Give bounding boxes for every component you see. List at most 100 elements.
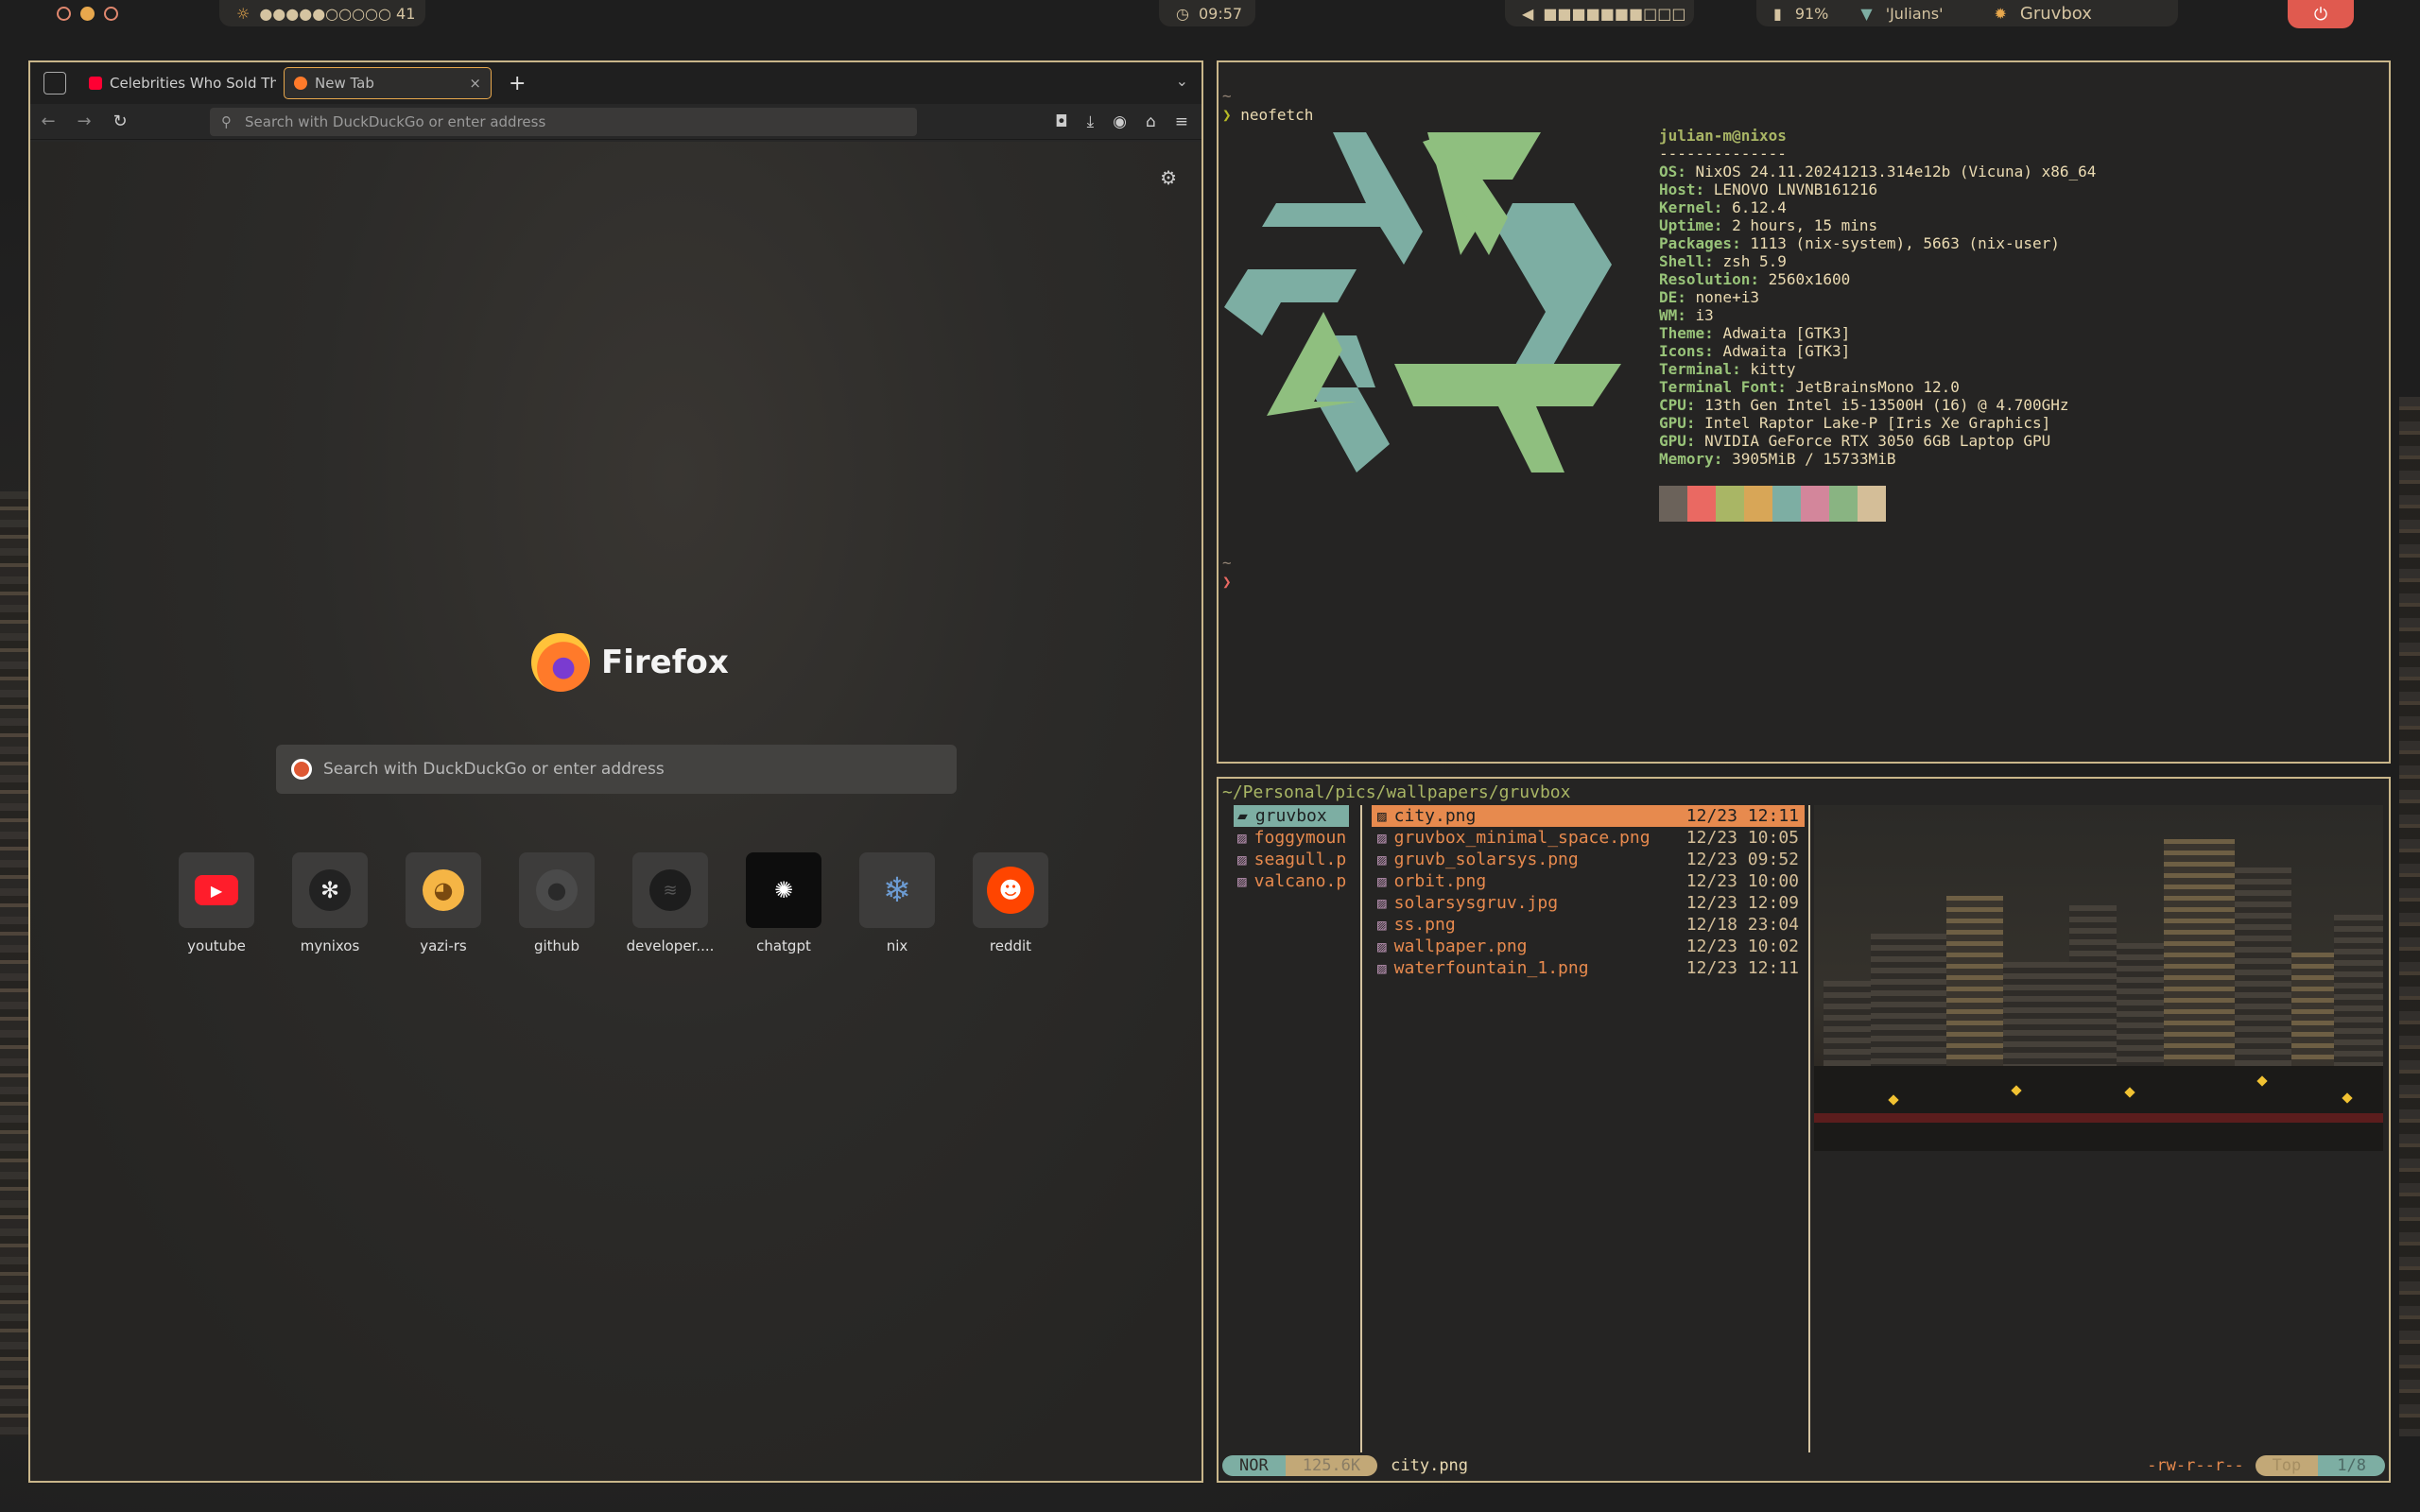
reload-icon[interactable]: ↻ xyxy=(112,112,129,131)
info-key: GPU xyxy=(1659,432,1686,450)
chatgpt-icon: ✺ xyxy=(773,877,794,903)
close-tab-icon[interactable]: × xyxy=(469,75,481,92)
brightness-widget[interactable]: ☼ ●●●●●○○○○○ 41 xyxy=(219,0,425,26)
file-row[interactable]: ▨ wallpaper.png 12/23 10:02 xyxy=(1372,936,1805,957)
list-item[interactable]: ▨ foggymoun xyxy=(1234,827,1349,849)
forward-arrow-icon[interactable]: → xyxy=(76,112,93,131)
info-value: JetBrainsMono 12.0 xyxy=(1795,378,1960,396)
info-value: Adwaita [GTK3] xyxy=(1722,342,1851,360)
image-file-icon: ▨ xyxy=(1377,937,1387,955)
file-row[interactable]: ▨ orbit.png 12/23 10:00 xyxy=(1372,870,1805,892)
brightness-level: ●●●●●○○○○○ 41 xyxy=(259,4,416,23)
menu-hamburger-icon[interactable]: ≡ xyxy=(1175,112,1188,131)
preview-foreground xyxy=(1814,1066,2383,1151)
image-file-icon: ▨ xyxy=(1377,959,1387,977)
new-tab-search-input[interactable]: Search with DuckDuckGo or enter address xyxy=(276,745,957,794)
workspace-2-dot[interactable] xyxy=(80,6,95,21)
info-value: 2560x1600 xyxy=(1768,270,1851,288)
file-row[interactable]: ▨ solarsysgruv.jpg 12/23 12:09 xyxy=(1372,892,1805,914)
shortcut-label: youtube xyxy=(187,937,246,954)
file-date: 12/23 10:02 xyxy=(1685,936,1799,956)
info-key: Uptime xyxy=(1659,216,1714,234)
chevron-down-icon[interactable]: ⌄ xyxy=(1176,72,1188,90)
shortcut-label: reddit xyxy=(989,937,1032,954)
file-date: 12/23 12:09 xyxy=(1685,893,1799,913)
nix-snowflake-icon: ❄ xyxy=(882,870,912,910)
info-key: OS xyxy=(1659,163,1678,180)
color-palette xyxy=(1659,486,1886,522)
workspace-3-dot[interactable] xyxy=(104,6,118,21)
image-file-icon: ▨ xyxy=(1237,850,1247,868)
firefox-window: Celebrities Who Sold The × New Tab × + ⌄… xyxy=(28,60,1203,1483)
tab-new-tab[interactable]: New Tab × xyxy=(284,67,492,99)
image-file-icon: ▨ xyxy=(1377,894,1387,912)
clock-icon: ◷ xyxy=(1176,4,1189,23)
file-list: ▨ city.png 12/23 12:11 ▨ gruvbox_minimal_sp… xyxy=(1372,805,1805,979)
file-date: 12/23 10:00 xyxy=(1685,871,1799,891)
search-icon: ⚲ xyxy=(221,112,232,130)
spotify-icon: ≋ xyxy=(649,869,691,911)
prompt-symbol: ❯ xyxy=(1222,573,1232,591)
info-value: 13th Gen Intel i5-13500H (16) @ 4.700GHz xyxy=(1704,396,2069,414)
file-row[interactable]: ▨ gruvb_solarsys.png 12/23 09:52 xyxy=(1372,849,1805,870)
list-item[interactable]: ▰ gruvbox xyxy=(1234,805,1349,827)
file-row[interactable]: ▨ ss.png 12/18 23:04 xyxy=(1372,914,1805,936)
wifi-ssid[interactable]: 'Julians' xyxy=(1886,5,1944,23)
sun-icon: ☼ xyxy=(236,4,251,23)
gear-icon: ✻ xyxy=(309,869,351,911)
file-row[interactable]: ▨ gruvbox_minimal_space.png 12/23 10:05 xyxy=(1372,827,1805,849)
new-tab-page: ⚙ Firefox Search with DuckDuckGo or ente… xyxy=(30,142,1201,1481)
back-arrow-icon[interactable]: ← xyxy=(40,112,57,131)
volume-widget[interactable]: ◀ ■■■■■■■□□□ xyxy=(1505,0,1694,26)
new-tab-plus-icon[interactable]: + xyxy=(509,72,526,95)
info-value: NVIDIA GeForce RTX 3050 6GB Laptop GPU xyxy=(1704,432,2051,450)
extensions-icon[interactable]: ⌂ xyxy=(1146,112,1156,131)
file-row[interactable]: ▨ city.png 12/23 12:11 xyxy=(1372,805,1805,827)
power-button[interactable]: ⏻ xyxy=(2288,0,2354,28)
firefox-favicon-icon xyxy=(294,77,307,90)
theme-name[interactable]: Gruvbox xyxy=(2020,4,2092,24)
shortcut-github[interactable]: ● github xyxy=(519,852,595,954)
tab-list-icon[interactable] xyxy=(43,72,66,94)
shortcut-developer[interactable]: ≋ developer.... xyxy=(627,852,714,954)
wifi-icon: ▼ xyxy=(1860,4,1873,23)
neofetch-info: julian-m@nixos -------------- OS: NixOS … xyxy=(1659,127,2097,468)
info-value: 2 hours, 15 mins xyxy=(1732,216,1878,234)
shortcut-youtube[interactable]: ▶ youtube xyxy=(179,852,254,954)
github-icon: ● xyxy=(536,869,578,911)
shortcut-yazi-rs[interactable]: ◕ yazi-rs xyxy=(406,852,481,954)
scroll-position: Top xyxy=(2255,1455,2319,1476)
list-item[interactable]: ▨ valcano.p xyxy=(1234,870,1349,892)
terminal-window[interactable]: ~ ❯ neofetch julian-m@nixos ------------… xyxy=(1217,60,2391,764)
shortcut-label: github xyxy=(533,937,580,954)
info-key: CPU xyxy=(1659,396,1686,414)
wallpaper-edge-right xyxy=(2399,397,2420,1436)
duck-icon: ◕ xyxy=(423,869,464,911)
info-key: Memory xyxy=(1659,450,1714,468)
shortcut-reddit[interactable]: ☻ reddit xyxy=(973,852,1048,954)
file-manager-window[interactable]: ~/Personal/pics/wallpapers/gruvbox ▰ gruv… xyxy=(1217,777,2391,1483)
file-name: waterfountain_1.png xyxy=(1393,958,1589,978)
downloads-icon[interactable]: ⤓ xyxy=(1087,112,1095,131)
account-icon[interactable]: ◉ xyxy=(1113,112,1127,131)
file-date: 12/23 10:05 xyxy=(1685,828,1799,848)
pocket-icon[interactable]: ◘ xyxy=(1055,112,1067,131)
tab-label: Celebrities Who Sold The xyxy=(110,75,276,92)
file-name: ss.png xyxy=(1393,915,1456,935)
settings-gear-icon[interactable]: ⚙ xyxy=(1160,166,1177,189)
file-row[interactable]: ▨ waterfountain_1.png 12/23 12:11 xyxy=(1372,957,1805,979)
shortcut-mynixos[interactable]: ✻ mynixos xyxy=(292,852,368,954)
tab-bar: Celebrities Who Sold The × New Tab × + ⌄ xyxy=(30,62,1201,104)
shortcut-chatgpt[interactable]: ✺ chatgpt xyxy=(746,852,821,954)
url-bar[interactable]: ⚲ Search with DuckDuckGo or enter addres… xyxy=(210,107,917,136)
info-key: Kernel xyxy=(1659,198,1714,216)
list-item[interactable]: ▨ seagull.p xyxy=(1234,849,1349,870)
info-value: i3 xyxy=(1695,306,1714,324)
workspace-1-dot[interactable] xyxy=(57,6,71,21)
image-file-icon: ▨ xyxy=(1377,872,1387,890)
shortcut-nix[interactable]: ❄ nix xyxy=(859,852,935,954)
tab-youtube-video[interactable]: Celebrities Who Sold The × xyxy=(79,67,276,99)
info-key: Resolution xyxy=(1659,270,1751,288)
info-key: Terminal Font xyxy=(1659,378,1778,396)
url-placeholder: Search with DuckDuckGo or enter address xyxy=(245,112,546,130)
